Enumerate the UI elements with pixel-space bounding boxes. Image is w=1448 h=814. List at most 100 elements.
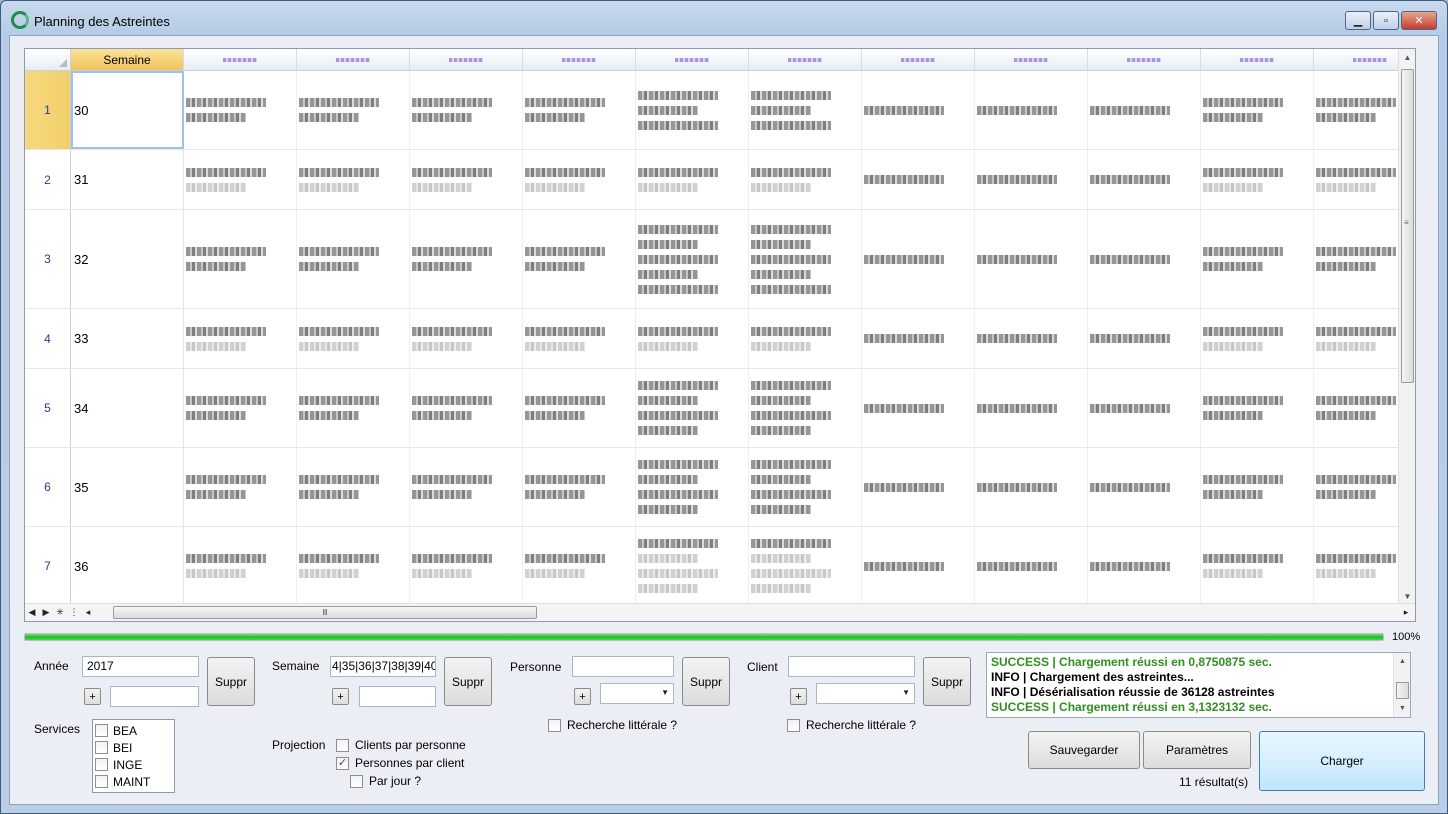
grid-cell[interactable] — [1088, 309, 1201, 368]
planning-grid[interactable]: Semaine 1 30 2 31 3 32 4 33 5 34 6 35 7 36 ▲ ≡ ▼ ◀ ▶ … — [24, 48, 1416, 622]
grid-cell[interactable] — [862, 527, 975, 605]
projection-option[interactable]: Clients par personne — [336, 738, 466, 752]
grid-cell[interactable] — [523, 150, 636, 209]
scroll-left-arrow-icon[interactable]: ◂ — [81, 607, 95, 618]
grid-cell[interactable] — [523, 309, 636, 368]
grid-cell[interactable] — [410, 210, 523, 308]
settings-button[interactable]: Paramètres — [1143, 731, 1251, 769]
checkbox-box[interactable] — [548, 718, 561, 732]
grid-cell[interactable] — [297, 150, 410, 209]
grid-cell[interactable] — [862, 150, 975, 209]
splitter-icon[interactable]: ⋮ — [67, 607, 81, 618]
semaine-input[interactable]: 4|35|36|37|38|39|40 — [330, 656, 436, 677]
semaine-suppr-button[interactable]: Suppr — [444, 657, 492, 706]
grid-cell[interactable] — [749, 448, 862, 526]
grid-cell[interactable] — [636, 527, 749, 605]
semaine-add-button[interactable]: + — [332, 688, 349, 705]
row-header[interactable]: 4 — [25, 309, 71, 368]
grid-cell[interactable] — [297, 448, 410, 526]
column-header-6[interactable] — [749, 49, 862, 71]
column-header-3[interactable] — [410, 49, 523, 71]
grid-cell[interactable] — [1088, 150, 1201, 209]
grid-cell[interactable] — [297, 210, 410, 308]
grid-cell[interactable] — [975, 369, 1088, 447]
semaine-cell[interactable]: 36 — [71, 527, 184, 605]
grid-cell[interactable] — [410, 369, 523, 447]
grid-cell[interactable] — [410, 309, 523, 368]
column-header-9[interactable] — [1088, 49, 1201, 71]
grid-cell[interactable] — [862, 71, 975, 149]
checkmark-icon[interactable]: ✓ — [336, 756, 349, 770]
client-dropdown[interactable] — [816, 683, 915, 704]
service-item[interactable]: BEA — [95, 722, 174, 739]
row-header[interactable]: 3 — [25, 210, 71, 308]
scroll-up-arrow-icon[interactable]: ▲ — [1394, 653, 1411, 670]
grid-cell[interactable] — [749, 150, 862, 209]
grid-cell[interactable] — [523, 210, 636, 308]
service-item[interactable]: MAINT — [95, 773, 174, 790]
checkbox-box[interactable] — [95, 724, 108, 737]
services-checklist[interactable]: BEA BEI INGE MAINT — [92, 719, 175, 793]
row-header[interactable]: 2 — [25, 150, 71, 209]
grid-cell[interactable] — [749, 369, 862, 447]
service-item[interactable]: BEI — [95, 739, 174, 756]
semaine-cell[interactable]: 30 — [71, 71, 184, 149]
row-header[interactable]: 5 — [25, 369, 71, 447]
grid-cell[interactable] — [862, 369, 975, 447]
row-header[interactable]: 7 — [25, 527, 71, 605]
service-item[interactable]: INGE — [95, 756, 174, 773]
load-button[interactable]: Charger — [1259, 731, 1425, 791]
grid-cell[interactable] — [975, 448, 1088, 526]
grid-cell[interactable] — [636, 369, 749, 447]
projection-option[interactable]: ✓ Personnes par client — [336, 756, 464, 770]
semaine-add-input[interactable] — [359, 686, 436, 707]
grid-cell[interactable] — [184, 71, 297, 149]
column-header-semaine[interactable]: Semaine — [71, 49, 184, 71]
grid-cell[interactable] — [523, 71, 636, 149]
grid-cell[interactable] — [184, 527, 297, 605]
table-row[interactable]: 3 32 — [25, 210, 1415, 309]
grid-cell[interactable] — [184, 369, 297, 447]
personne-dropdown[interactable] — [600, 683, 674, 704]
column-header-4[interactable] — [523, 49, 636, 71]
personne-input[interactable] — [572, 656, 674, 677]
column-header-7[interactable] — [862, 49, 975, 71]
checkbox-box[interactable] — [787, 718, 800, 732]
grid-cell[interactable] — [297, 369, 410, 447]
semaine-cell[interactable]: 34 — [71, 369, 184, 447]
column-header-2[interactable] — [297, 49, 410, 71]
column-header-8[interactable] — [975, 49, 1088, 71]
maximize-button[interactable]: ▫ — [1373, 11, 1399, 30]
semaine-cell[interactable]: 32 — [71, 210, 184, 308]
scroll-up-arrow-icon[interactable]: ▲ — [1399, 49, 1415, 66]
grid-cell[interactable] — [1201, 527, 1314, 605]
scroll-right-arrow-icon[interactable]: ▸ — [1399, 607, 1413, 618]
table-row[interactable]: 4 33 — [25, 309, 1415, 369]
grid-cell[interactable] — [975, 210, 1088, 308]
grid-vertical-scrollbar[interactable]: ▲ ≡ ▼ — [1398, 49, 1415, 605]
grid-cell[interactable] — [749, 210, 862, 308]
close-button[interactable]: ✕ — [1401, 11, 1437, 30]
grid-cell[interactable] — [749, 71, 862, 149]
grid-cell[interactable] — [184, 150, 297, 209]
client-suppr-button[interactable]: Suppr — [923, 657, 971, 706]
table-row[interactable]: 1 30 — [25, 71, 1415, 150]
scroll-down-arrow-icon[interactable]: ▼ — [1394, 700, 1411, 717]
table-row[interactable]: 6 35 — [25, 448, 1415, 527]
grid-cell[interactable] — [1088, 71, 1201, 149]
grid-vertical-scroll-thumb[interactable]: ≡ — [1401, 69, 1414, 383]
grid-cell[interactable] — [410, 448, 523, 526]
grid-cell[interactable] — [523, 448, 636, 526]
grid-cell[interactable] — [636, 150, 749, 209]
grid-cell[interactable] — [297, 527, 410, 605]
checkbox-box[interactable] — [350, 774, 363, 788]
grid-cell[interactable] — [636, 71, 749, 149]
annee-suppr-button[interactable]: Suppr — [207, 657, 255, 706]
row-header[interactable]: 1 — [25, 71, 71, 149]
grid-cell[interactable] — [975, 309, 1088, 368]
table-row[interactable]: 2 31 — [25, 150, 1415, 210]
log-scroll-thumb[interactable] — [1396, 682, 1409, 699]
grid-cell[interactable] — [862, 448, 975, 526]
grid-cell[interactable] — [975, 71, 1088, 149]
client-add-button[interactable]: + — [790, 688, 807, 705]
